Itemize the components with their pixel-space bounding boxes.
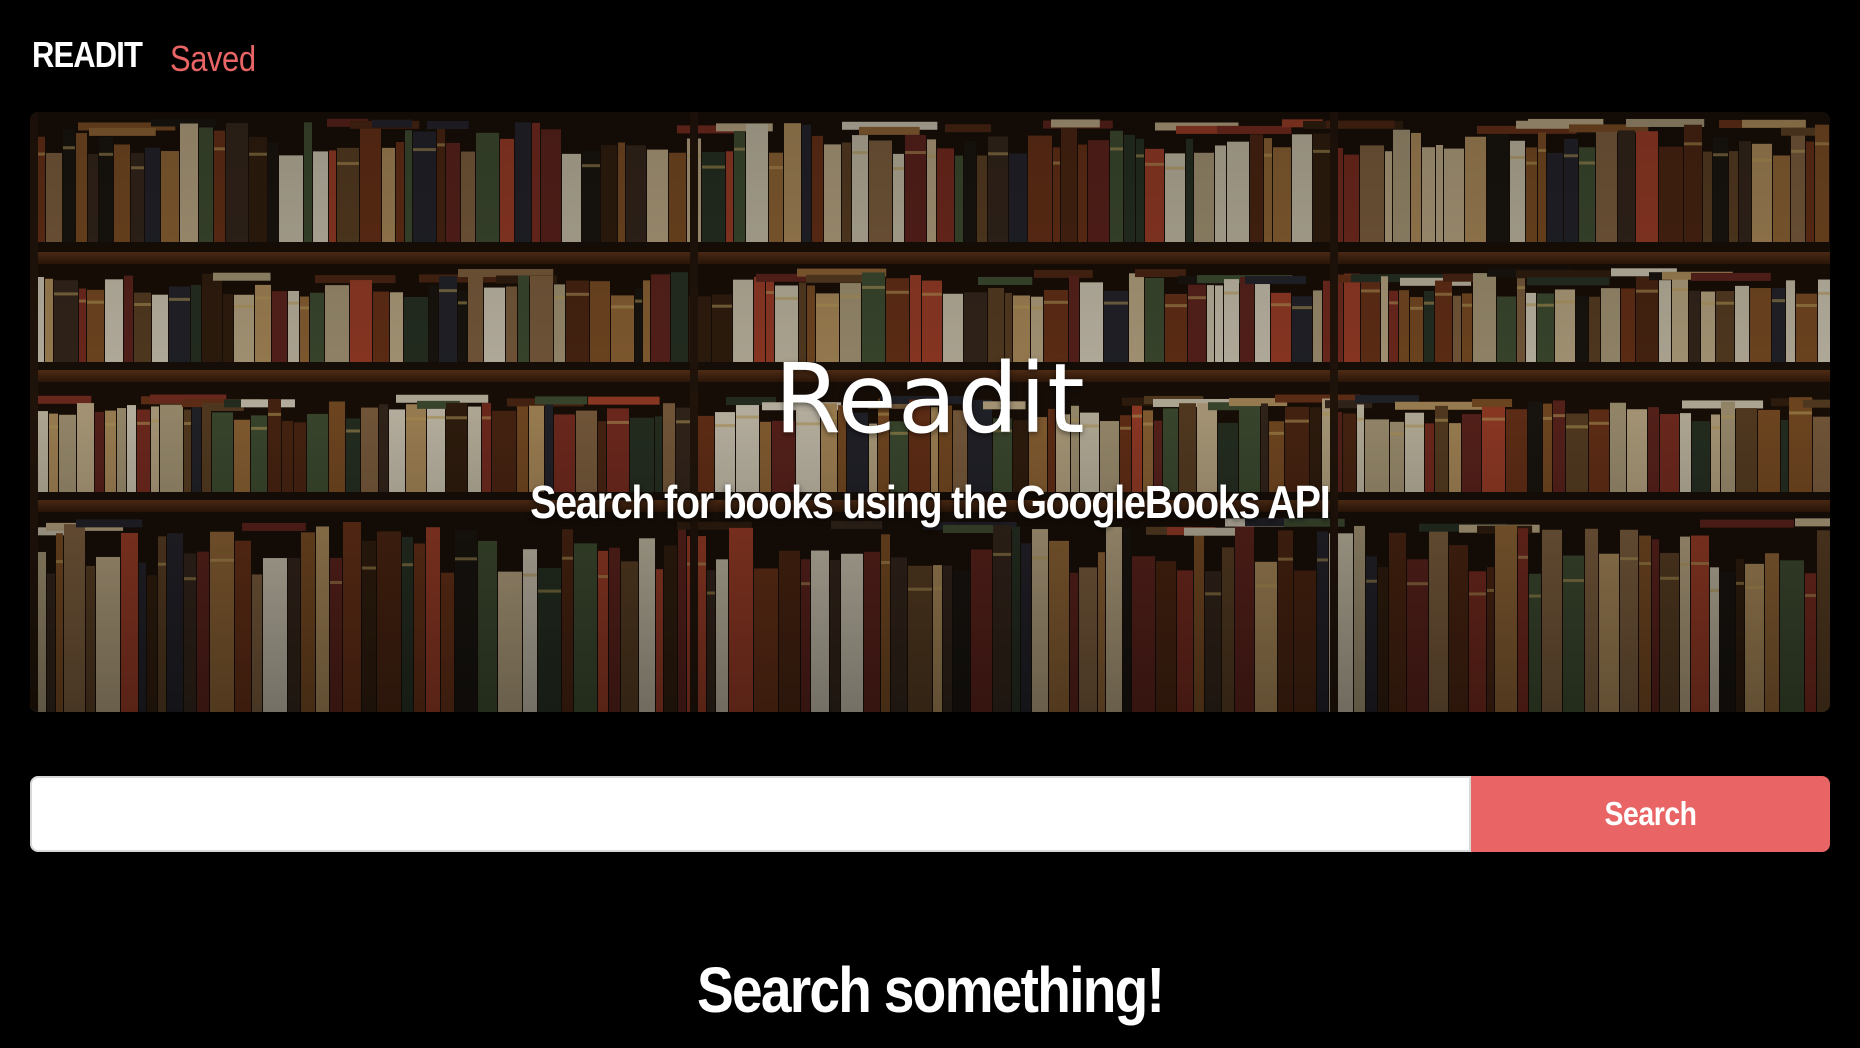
hero-title: Readit <box>774 343 1086 455</box>
hero-subtitle-text: Search for books using the GoogleBooks A… <box>530 476 1331 528</box>
search-input[interactable] <box>30 776 1471 852</box>
search-button[interactable]: Search <box>1471 776 1830 852</box>
search-form: Search <box>30 776 1830 852</box>
nav-link-saved[interactable]: Saved <box>170 38 256 80</box>
navbar: READIT Saved <box>0 0 1860 110</box>
empty-state-message: Search something! <box>0 950 1860 1030</box>
empty-state-text: Search something! <box>696 954 1165 1026</box>
search-button-label: Search <box>1604 795 1697 832</box>
hero-subtitle: Search for books using the GoogleBooks A… <box>30 474 1830 530</box>
hero-banner: Readit Search for books using the Google… <box>30 112 1830 712</box>
brand-link[interactable]: READIT <box>32 34 143 76</box>
